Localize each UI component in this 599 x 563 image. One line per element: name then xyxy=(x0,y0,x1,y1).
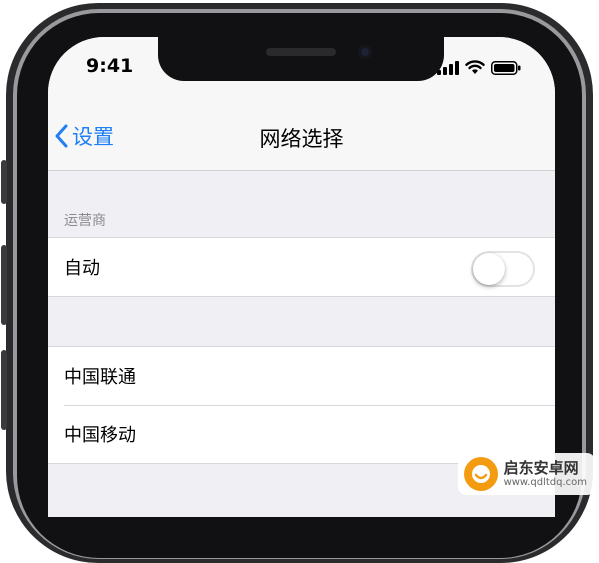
page-title: 网络选择 xyxy=(259,127,344,151)
auto-select-label: 自动 xyxy=(64,258,100,279)
carrier-auto-group: 自动 xyxy=(48,237,555,297)
toggle-knob xyxy=(473,253,505,285)
network-list: 中国联通 中国移动 xyxy=(48,346,555,464)
wifi-icon xyxy=(465,60,485,74)
network-label: 中国联通 xyxy=(64,367,136,388)
network-label: 中国移动 xyxy=(64,425,136,446)
watermark-name: 启东安卓网 xyxy=(503,459,579,478)
front-camera xyxy=(358,45,372,59)
phone-screen: 9:41 设置 网络选择 运营商 自动 中国联通 中国移动 xyxy=(48,37,555,517)
status-time: 9:41 xyxy=(86,55,134,77)
status-icons xyxy=(437,60,521,75)
volume-up-button xyxy=(1,245,7,325)
silent-switch xyxy=(1,160,7,204)
auto-select-toggle[interactable] xyxy=(471,251,535,287)
watermark: 启东安卓网 www.qdltdq.com xyxy=(457,453,595,495)
earpiece-speaker xyxy=(266,48,336,56)
watermark-url: www.qdltdq.com xyxy=(503,476,587,488)
navigation-bar: 设置 网络选择 xyxy=(48,97,555,171)
watermark-logo-icon xyxy=(463,457,498,491)
section-header-carrier: 运营商 xyxy=(64,213,106,229)
auto-select-row: 自动 xyxy=(48,238,555,296)
phone-notch xyxy=(158,37,444,81)
battery-icon xyxy=(491,60,521,75)
network-row-unicom[interactable]: 中国联通 xyxy=(48,347,555,405)
volume-down-button xyxy=(1,350,7,430)
